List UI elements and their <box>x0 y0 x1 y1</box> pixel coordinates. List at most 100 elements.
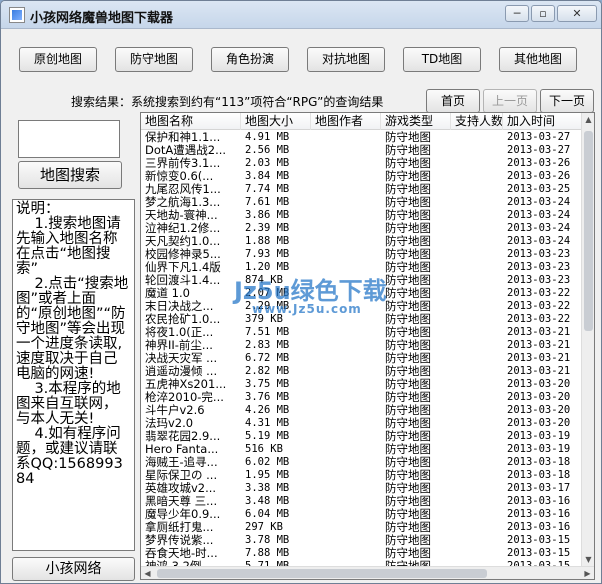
map-size-cell: 3.75 MB <box>245 378 290 390</box>
table-row[interactable]: 五虎神Xs201... 3.75 MB 防守地图 2013-03-20 <box>141 378 582 391</box>
search-input[interactable] <box>18 120 120 158</box>
map-size-cell: 2.82 MB <box>245 365 290 377</box>
column-header-size[interactable]: 地图大小 <box>241 113 311 130</box>
map-name-cell: 轮回渡斗1.4... <box>145 274 221 287</box>
game-type-cell: 防守地图 <box>385 300 431 313</box>
rpg-maps-button[interactable]: 角色扮演 <box>211 47 289 72</box>
players-cell <box>451 443 503 456</box>
map-author-cell <box>311 235 381 248</box>
table-row[interactable]: 英雄攻城v2... 3.38 MB 防守地图 2013-03-17 <box>141 482 582 495</box>
added-date-cell: 2013-03-15 <box>507 547 571 559</box>
column-header-author[interactable]: 地图作者 <box>311 113 381 130</box>
map-author-cell <box>311 209 381 222</box>
scroll-left-icon[interactable]: ◀ <box>141 567 154 579</box>
players-cell <box>451 365 503 378</box>
scroll-right-icon[interactable]: ▶ <box>581 567 594 579</box>
table-row[interactable]: 将夜1.0(正... 7.51 MB 防守地图 2013-03-21 <box>141 326 582 339</box>
table-row[interactable]: 海贼王-追寻... 6.02 MB 防守地图 2013-03-18 <box>141 456 582 469</box>
table-row[interactable]: 校园修神录5... 7.93 MB 防守地图 2013-03-23 <box>141 248 582 261</box>
table-row[interactable]: 星际保卫の ... 1.95 MB 防守地图 2013-03-18 <box>141 469 582 482</box>
vertical-scroll-thumb[interactable] <box>584 131 593 331</box>
players-cell <box>451 131 503 144</box>
table-row[interactable]: 保护和神1.1... 4.91 MB 防守地图 2013-03-27 <box>141 131 582 144</box>
close-button[interactable]: ✕ <box>557 5 597 22</box>
table-row[interactable]: 拿厕纸打鬼... 297 KB 防守地图 2013-03-16 <box>141 521 582 534</box>
table-row[interactable]: 三界前传3.1... 2.03 MB 防守地图 2013-03-26 <box>141 157 582 170</box>
players-cell <box>451 170 503 183</box>
table-row[interactable]: Hero Fanta... 516 KB 防守地图 2013-03-19 <box>141 443 582 456</box>
players-cell <box>451 456 503 469</box>
horizontal-scrollbar[interactable]: ◀ ▶ <box>141 566 594 579</box>
table-row[interactable]: 梦之航海1.3... 7.61 MB 防守地图 2013-03-24 <box>141 196 582 209</box>
close-icon: ✕ <box>572 7 582 20</box>
map-name-cell: 拿厕纸打鬼... <box>145 521 214 534</box>
added-date-cell: 2013-03-23 <box>507 261 571 273</box>
versus-maps-button[interactable]: 对抗地图 <box>307 47 385 72</box>
table-row[interactable]: 决战天灾军 ... 6.72 MB 防守地图 2013-03-21 <box>141 352 582 365</box>
map-list[interactable]: 地图名称 地图大小 地图作者 游戏类型 支持人数 加入时间 保护和神1.1...… <box>140 112 595 580</box>
horizontal-scroll-thumb[interactable] <box>157 569 487 578</box>
added-date-cell: 2013-03-19 <box>507 430 571 442</box>
column-header-name[interactable]: 地图名称 <box>141 113 241 130</box>
map-size-cell: 6.02 MB <box>245 456 290 468</box>
first-page-button[interactable]: 首页 <box>426 89 480 113</box>
table-row[interactable]: 枪淬2010-完... 3.76 MB 防守地图 2013-03-20 <box>141 391 582 404</box>
list-header: 地图名称 地图大小 地图作者 游戏类型 支持人数 加入时间 <box>141 113 582 130</box>
table-row[interactable]: 翡翠花园2.9... 5.19 MB 防守地图 2013-03-19 <box>141 430 582 443</box>
map-size-cell: 7.61 MB <box>245 196 290 208</box>
players-cell <box>451 326 503 339</box>
table-row[interactable]: DotA遭遇战2... 2.56 MB 防守地图 2013-03-27 <box>141 144 582 157</box>
game-type-cell: 防守地图 <box>385 235 431 248</box>
minimize-icon: ─ <box>513 7 521 20</box>
added-date-cell: 2013-03-24 <box>507 222 571 234</box>
column-header-date[interactable]: 加入时间 <box>503 113 582 130</box>
table-row[interactable]: 天地劫-寰神... 3.86 MB 防守地图 2013-03-24 <box>141 209 582 222</box>
map-search-button[interactable]: 地图搜索 <box>18 161 122 189</box>
title-bar[interactable]: 小孩网络魔兽地图下载器 ─ ▫ ✕ <box>1 1 601 29</box>
column-header-players[interactable]: 支持人数 <box>451 113 503 130</box>
table-row[interactable]: 斗牛户v2.6 4.26 MB 防守地图 2013-03-20 <box>141 404 582 417</box>
next-page-button[interactable]: 下一页 <box>540 89 594 113</box>
table-row[interactable]: 魔导少年0.9... 6.04 MB 防守地图 2013-03-16 <box>141 508 582 521</box>
td-maps-button[interactable]: TD地图 <box>403 47 481 72</box>
game-type-cell: 防守地图 <box>385 209 431 222</box>
column-header-type[interactable]: 游戏类型 <box>381 113 451 130</box>
table-row[interactable]: 法玛v2.0 4.31 MB 防守地图 2013-03-20 <box>141 417 582 430</box>
map-author-cell <box>311 521 381 534</box>
table-row[interactable]: 新惊变0.6(... 3.84 MB 防守地图 2013-03-26 <box>141 170 582 183</box>
map-size-cell: 6.72 MB <box>245 352 290 364</box>
vertical-scrollbar[interactable]: ▲ ▼ <box>581 113 594 566</box>
map-name-cell: 法玛v2.0 <box>145 417 194 430</box>
table-row[interactable]: 九尾忍风传1... 7.74 MB 防守地图 2013-03-25 <box>141 183 582 196</box>
prev-page-button[interactable]: 上一页 <box>483 89 537 113</box>
table-row[interactable]: 逍遥动漫倾 ... 2.82 MB 防守地图 2013-03-21 <box>141 365 582 378</box>
added-date-cell: 2013-03-23 <box>507 274 571 286</box>
table-row[interactable]: 梦界传说紫... 3.78 MB 防守地图 2013-03-15 <box>141 534 582 547</box>
minimize-button[interactable]: ─ <box>505 5 529 22</box>
brand-button[interactable]: 小孩网络 <box>12 557 135 581</box>
table-row[interactable]: 神界II-前尘... 2.83 MB 防守地图 2013-03-21 <box>141 339 582 352</box>
search-result-status: 搜索结果：系统搜索到约有“113”项符合“RPG”的查询结果 <box>71 95 384 109</box>
added-date-cell: 2013-03-23 <box>507 248 571 260</box>
players-cell <box>451 196 503 209</box>
other-maps-button[interactable]: 其他地图 <box>499 47 577 72</box>
map-author-cell <box>311 443 381 456</box>
table-row[interactable]: 泣神纪1.2修... 2.39 MB 防守地图 2013-03-24 <box>141 222 582 235</box>
table-row[interactable]: 黑暗天尊 三... 3.48 MB 防守地图 2013-03-16 <box>141 495 582 508</box>
map-name-cell: 黑暗天尊 三... <box>145 495 218 508</box>
game-type-cell: 防守地图 <box>385 365 431 378</box>
watermark-url: www.Jz5u.com <box>252 302 362 316</box>
map-name-cell: 英雄攻城v2... <box>145 482 217 495</box>
table-row[interactable]: 吞食天地-时... 7.88 MB 防守地图 2013-03-15 <box>141 547 582 560</box>
defense-maps-button[interactable]: 防守地图 <box>115 47 193 72</box>
scroll-down-icon[interactable]: ▼ <box>582 553 594 566</box>
table-row[interactable]: 天凡契约1.0... 1.88 MB 防守地图 2013-03-24 <box>141 235 582 248</box>
game-type-cell: 防守地图 <box>385 170 431 183</box>
map-name-cell: 吞食天地-时... <box>145 547 218 560</box>
original-maps-button[interactable]: 原创地图 <box>19 47 97 72</box>
map-size-cell: 3.48 MB <box>245 495 290 507</box>
added-date-cell: 2013-03-21 <box>507 326 571 338</box>
help-text-box[interactable]: 说明： 1.搜索地图请先输入地图名称在点击“地图搜索” 2.点击“搜索地图”或者… <box>12 199 135 551</box>
scroll-up-icon[interactable]: ▲ <box>582 113 594 126</box>
restore-button[interactable]: ▫ <box>531 5 555 22</box>
